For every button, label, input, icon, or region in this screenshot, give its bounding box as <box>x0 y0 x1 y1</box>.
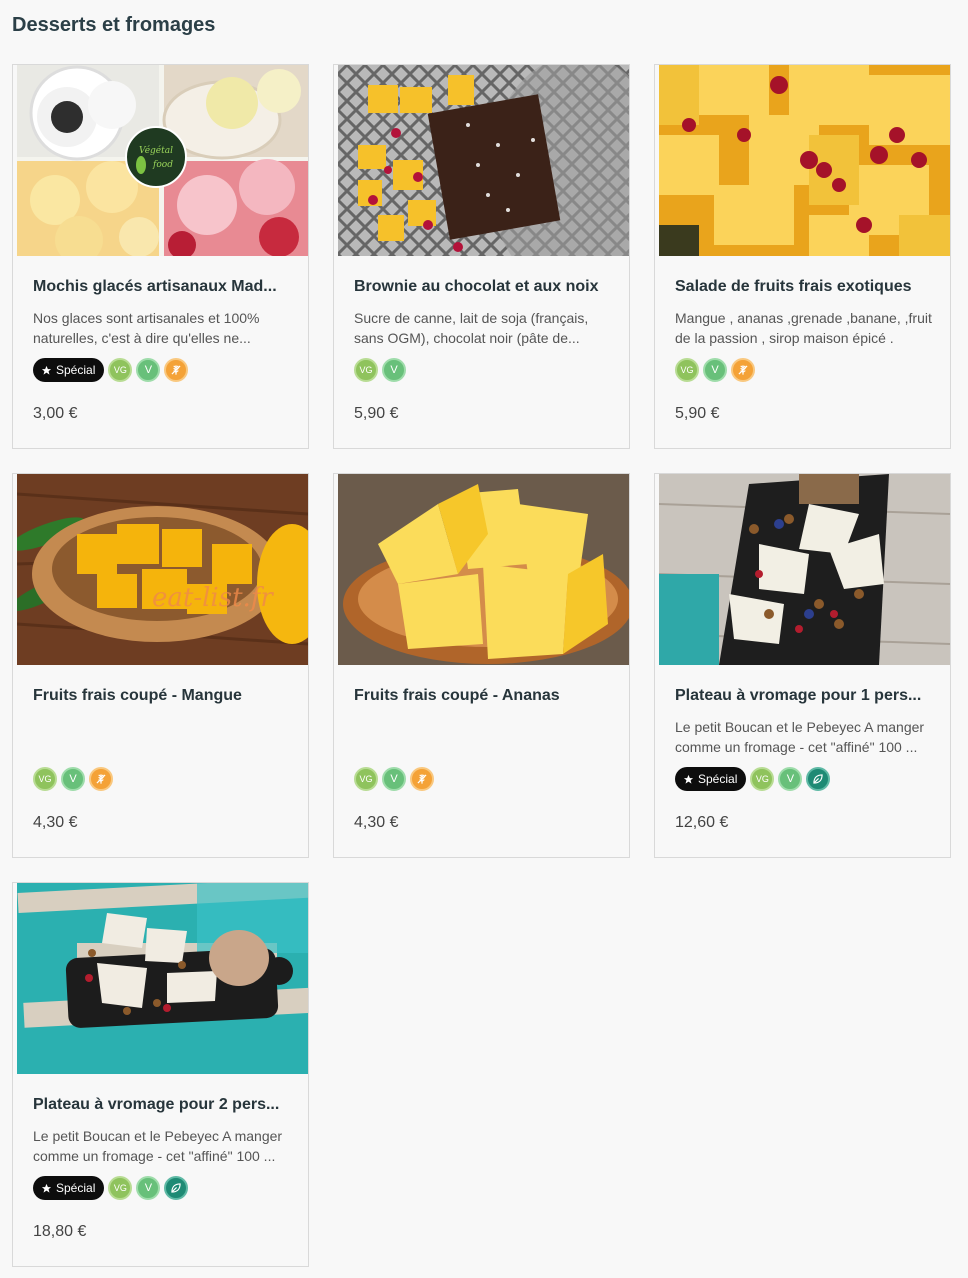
vegan-icon: VG <box>33 767 57 791</box>
product-description: Le petit Boucan et le Pebeyec A manger c… <box>675 719 925 755</box>
product-card[interactable]: Fruits frais coupé - Ananas VG V 4,30 € <box>333 473 630 858</box>
product-tags: Spécial VG V <box>33 1176 189 1200</box>
product-grid: Végétal food Mochis glacés artisanaux Ma… <box>12 64 951 1267</box>
product-price: 5,90 € <box>354 405 399 422</box>
star-icon <box>41 1183 52 1193</box>
special-badge: Spécial <box>675 767 747 791</box>
vegetarian-icon: V <box>778 767 803 791</box>
leaf-icon <box>164 1176 189 1200</box>
special-label: Spécial <box>56 363 96 377</box>
product-name: Salade de fruits frais exotiques <box>675 278 912 295</box>
gluten-free-icon <box>89 767 113 791</box>
product-card[interactable]: Végétal food Mochis glacés artisanaux Ma… <box>12 64 309 449</box>
vegan-icon: VG <box>108 358 133 382</box>
product-name: Fruits frais coupé - Mangue <box>33 687 242 704</box>
gluten-free-icon <box>731 358 755 382</box>
vegan-icon: VG <box>354 767 378 791</box>
product-image[interactable] <box>17 883 308 1074</box>
product-tags: VG V <box>33 767 113 791</box>
vegetarian-icon: V <box>136 358 161 382</box>
vegetarian-icon: V <box>382 767 406 791</box>
vegetarian-icon: V <box>136 1176 161 1200</box>
vegetarian-icon: V <box>61 767 85 791</box>
product-tags: Spécial VG V <box>675 767 831 791</box>
product-tags: Spécial VG V <box>33 358 189 382</box>
product-price: 12,60 € <box>675 814 729 831</box>
product-card[interactable]: Salade de fruits frais exotiques Mangue … <box>654 64 951 449</box>
vegan-icon: VG <box>354 358 378 382</box>
vegetarian-icon: V <box>703 358 727 382</box>
leaf-icon <box>806 767 831 791</box>
gluten-free-icon <box>164 358 189 382</box>
svg-text:eat-list.fr: eat-list.fr <box>152 583 274 613</box>
product-tags: VG V <box>354 767 434 791</box>
product-description: Mangue , ananas ,grenade ,banane, ,fruit… <box>675 310 932 346</box>
star-icon <box>683 774 694 784</box>
svg-text:Végétal: Végétal <box>139 145 173 156</box>
product-name: Mochis glacés artisanaux Mad... <box>33 278 277 295</box>
product-card[interactable]: Plateau à vromage pour 1 pers... Le peti… <box>654 473 951 858</box>
product-price: 5,90 € <box>675 405 720 422</box>
product-name: Plateau à vromage pour 1 pers... <box>675 687 922 704</box>
star-icon <box>41 365 52 375</box>
product-price: 4,30 € <box>33 814 78 831</box>
gluten-free-icon <box>410 767 434 791</box>
product-image[interactable] <box>659 474 950 665</box>
special-badge: Spécial <box>33 1176 105 1200</box>
product-price: 18,80 € <box>33 1223 87 1240</box>
product-card[interactable]: eat-list.fr Fruits frais coupé - Mangue … <box>12 473 309 858</box>
product-tags: VG V <box>354 358 406 382</box>
product-price: 4,30 € <box>354 814 399 831</box>
product-description: Le petit Boucan et le Pebeyec A manger c… <box>33 1128 283 1164</box>
product-name: Plateau à vromage pour 2 pers... <box>33 1096 280 1113</box>
product-name: Fruits frais coupé - Ananas <box>354 687 560 704</box>
product-image[interactable] <box>338 474 629 665</box>
product-image[interactable]: Végétal food <box>17 65 308 256</box>
product-description <box>33 717 290 757</box>
product-name: Brownie au chocolat et aux noix <box>354 278 599 295</box>
product-image[interactable] <box>659 65 950 256</box>
vegan-icon: VG <box>675 358 699 382</box>
product-tags: VG V <box>675 358 755 382</box>
product-description <box>354 717 611 757</box>
product-card[interactable]: Brownie au chocolat et aux noix Sucre de… <box>333 64 630 449</box>
vegan-icon: VG <box>108 1176 133 1200</box>
special-label: Spécial <box>56 1181 96 1195</box>
product-description: Nos glaces sont artisanales et 100% natu… <box>33 310 260 346</box>
vegan-icon: VG <box>750 767 775 791</box>
vegetarian-icon: V <box>382 358 406 382</box>
svg-text:food: food <box>152 160 173 170</box>
special-badge: Spécial <box>33 358 105 382</box>
section-title: Desserts et fromages <box>12 14 216 36</box>
product-image[interactable]: eat-list.fr <box>17 474 308 665</box>
special-label: Spécial <box>698 772 738 786</box>
product-image[interactable] <box>338 65 629 256</box>
product-price: 3,00 € <box>33 405 78 422</box>
product-description: Sucre de canne, lait de soja (français, … <box>354 310 589 346</box>
product-card[interactable]: Plateau à vromage pour 2 pers... Le peti… <box>12 882 309 1267</box>
